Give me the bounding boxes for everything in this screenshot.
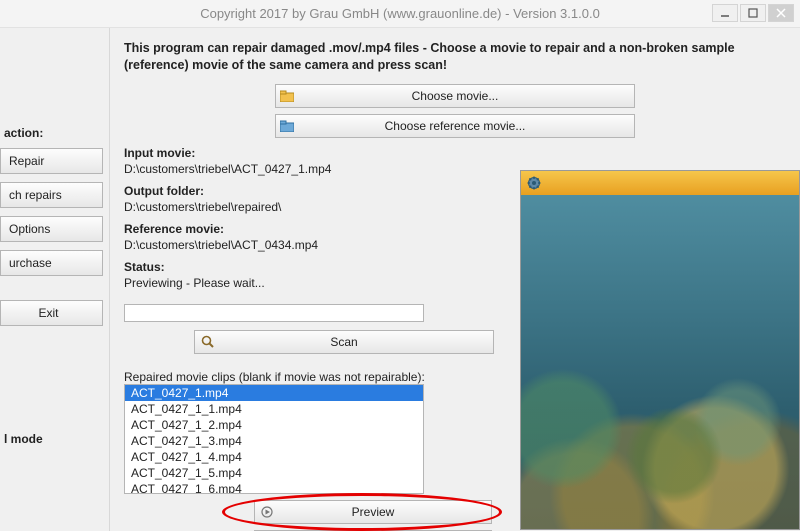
window-title: Copyright 2017 by Grau GmbH (www.grauonl… (200, 6, 600, 21)
choose-reference-button[interactable]: Choose reference movie... (275, 114, 635, 138)
options-button[interactable]: Options (0, 216, 103, 242)
purchase-button-label: urchase (9, 256, 52, 270)
maximize-button[interactable] (740, 4, 766, 22)
progress-bar (124, 304, 424, 322)
folder-icon (276, 90, 298, 102)
repair-button[interactable]: Repair (0, 148, 103, 174)
preview-button[interactable]: Preview (254, 500, 492, 524)
sidebar-mode-label: l mode (4, 432, 103, 446)
scan-button[interactable]: Scan (194, 330, 494, 354)
list-item[interactable]: ACT_0427_1_5.mp4 (125, 465, 423, 481)
close-button[interactable] (768, 4, 794, 22)
choose-reference-label: Choose reference movie... (298, 119, 634, 133)
magnifier-icon (195, 335, 221, 349)
choose-movie-button[interactable]: Choose movie... (275, 84, 635, 108)
gear-icon (527, 176, 541, 190)
preview-window-titlebar[interactable] (521, 171, 799, 195)
input-movie-label: Input movie: (124, 146, 786, 160)
preview-video-frame (521, 195, 799, 529)
exit-button[interactable]: Exit (0, 300, 103, 326)
video-preview-window[interactable] (520, 170, 800, 530)
list-item[interactable]: ACT_0427_1_3.mp4 (125, 433, 423, 449)
list-item[interactable]: ACT_0427_1_4.mp4 (125, 449, 423, 465)
batch-repairs-label: ch repairs (9, 188, 62, 202)
sidebar: action: Repair ch repairs Options urchas… (0, 28, 110, 531)
scan-button-label: Scan (221, 335, 493, 349)
window-titlebar: Copyright 2017 by Grau GmbH (www.grauonl… (0, 0, 800, 28)
intro-text: This program can repair damaged .mov/.mp… (124, 40, 786, 74)
exit-button-label: Exit (38, 306, 58, 320)
play-icon (255, 506, 279, 518)
window-controls (712, 4, 794, 22)
list-item[interactable]: ACT_0427_1_2.mp4 (125, 417, 423, 433)
options-button-label: Options (9, 222, 50, 236)
purchase-button[interactable]: urchase (0, 250, 103, 276)
folder-icon (276, 120, 298, 132)
batch-repairs-button[interactable]: ch repairs (0, 182, 103, 208)
minimize-button[interactable] (712, 4, 738, 22)
list-item[interactable]: ACT_0427_1_6.mp4 (125, 481, 423, 494)
sidebar-action-label: action: (4, 126, 103, 140)
list-item[interactable]: ACT_0427_1.mp4 (125, 385, 423, 401)
repair-button-label: Repair (9, 154, 44, 168)
choose-movie-label: Choose movie... (298, 89, 634, 103)
list-item[interactable]: ACT_0427_1_1.mp4 (125, 401, 423, 417)
repaired-clips-listbox[interactable]: ACT_0427_1.mp4 ACT_0427_1_1.mp4 ACT_0427… (124, 384, 424, 494)
preview-button-label: Preview (279, 505, 491, 519)
